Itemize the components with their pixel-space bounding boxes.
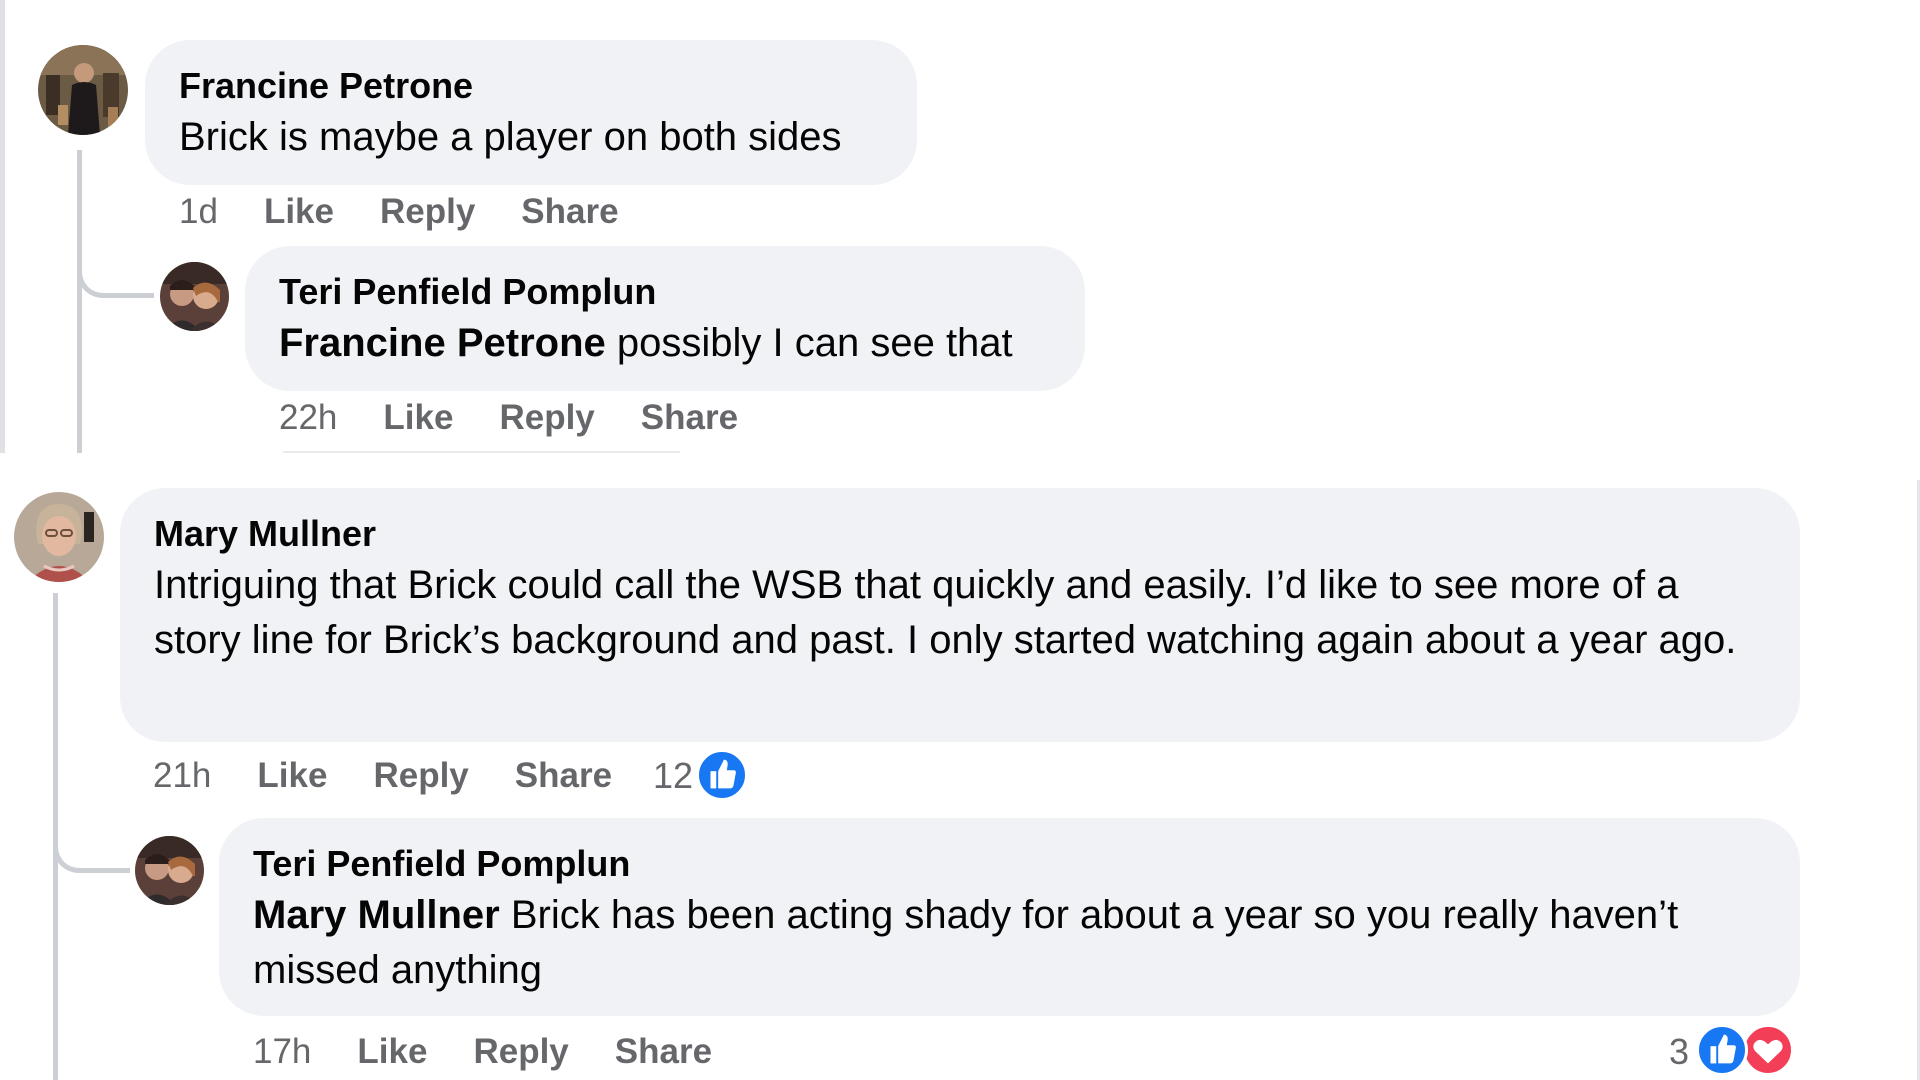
reaction-count[interactable]: 3 [1669, 1030, 1689, 1074]
comment-timestamp[interactable]: 17h [253, 1030, 311, 1074]
like-icon [1696, 1024, 1748, 1076]
comment-author[interactable]: Teri Penfield Pomplun [253, 842, 630, 886]
comment-actions: 22h Like Reply Share [279, 396, 784, 440]
reply-connector [53, 810, 130, 873]
comment-author[interactable]: Francine Petrone [179, 64, 473, 108]
share-button[interactable]: Share [515, 754, 612, 798]
comment-timestamp[interactable]: 1d [179, 190, 218, 234]
avatar-photo-teri [160, 262, 229, 331]
comment-text: Brick is maybe a player on both sides [179, 115, 842, 159]
divider [283, 451, 680, 453]
avatar[interactable] [160, 262, 229, 331]
reply-button[interactable]: Reply [380, 190, 475, 234]
reply-button[interactable]: Reply [499, 396, 594, 440]
comment-author[interactable]: Teri Penfield Pomplun [279, 270, 656, 314]
comment-actions: 21h Like Reply Share [153, 754, 658, 798]
like-icon [696, 749, 748, 801]
comment-actions: 1d Like Reply Share [179, 190, 665, 234]
reaction-count[interactable]: 12 [653, 754, 693, 798]
avatar[interactable] [38, 45, 128, 135]
reply-button[interactable]: Reply [373, 754, 468, 798]
mention-link[interactable]: Mary Mullner [253, 893, 500, 937]
comment-text: Mary Mullner Brick has been acting shady… [253, 888, 1773, 998]
like-button[interactable]: Like [357, 1030, 427, 1074]
comment-actions: 17h Like Reply Share [253, 1030, 758, 1074]
share-button[interactable]: Share [641, 396, 738, 440]
comment-bubble: Mary Mullner Intriguing that Brick could… [120, 488, 1800, 742]
comment-author[interactable]: Mary Mullner [154, 512, 376, 556]
reply-button[interactable]: Reply [473, 1030, 568, 1074]
avatar-photo-mary [14, 492, 104, 582]
comment-timestamp[interactable]: 22h [279, 396, 337, 440]
share-button[interactable]: Share [521, 190, 618, 234]
avatar-photo-francine [38, 45, 128, 135]
reply-connector [77, 240, 154, 298]
comment-timestamp[interactable]: 21h [153, 754, 211, 798]
love-icon [1742, 1024, 1794, 1076]
avatar[interactable] [14, 492, 104, 582]
thread-frame-rule [0, 0, 5, 453]
reply-body: possibly I can see that [605, 321, 1013, 365]
like-button[interactable]: Like [383, 396, 453, 440]
thread-line [77, 150, 82, 453]
comment-bubble: Francine Petrone Brick is maybe a player… [145, 40, 917, 185]
share-button[interactable]: Share [615, 1030, 712, 1074]
reply-bubble: Teri Penfield Pomplun Francine Petrone p… [245, 246, 1085, 391]
avatar[interactable] [135, 836, 204, 905]
avatar-photo-teri [135, 836, 204, 905]
comment-text: Francine Petrone possibly I can see that [279, 316, 1013, 371]
reply-bubble: Teri Penfield Pomplun Mary Mullner Brick… [219, 818, 1800, 1016]
mention-link[interactable]: Francine Petrone [279, 321, 606, 365]
like-button[interactable]: Like [264, 190, 334, 234]
comment-text: Intriguing that Brick could call the WSB… [154, 563, 1737, 662]
like-button[interactable]: Like [257, 754, 327, 798]
